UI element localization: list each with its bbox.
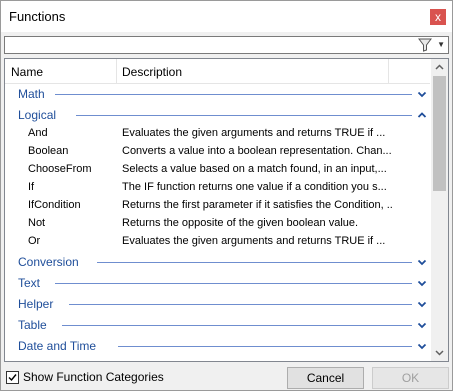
category-divider <box>55 94 412 95</box>
function-name: IfCondition <box>28 199 81 211</box>
function-description: The IF function returns one value if a c… <box>122 181 387 193</box>
show-categories-label[interactable]: Show Function Categories <box>23 370 164 384</box>
list-rows: Math Logical And Evaluates the given argume… <box>5 83 430 356</box>
function-row[interactable]: Or Evaluates the given arguments and retu… <box>5 233 430 251</box>
function-row[interactable]: Not Returns the opposite of the given boo… <box>5 215 430 233</box>
category-group-helper[interactable]: Helper <box>5 293 430 314</box>
vertical-scrollbar[interactable] <box>431 59 448 361</box>
list-header: Name Description <box>5 59 430 84</box>
category-label: Math <box>18 87 45 101</box>
scroll-up-button[interactable] <box>431 59 448 76</box>
function-name: And <box>28 127 48 139</box>
chevron-down-icon[interactable] <box>417 340 427 350</box>
category-label: Text <box>18 276 41 290</box>
category-label: Helper <box>18 297 54 311</box>
close-icon: x <box>435 10 441 24</box>
ok-button[interactable]: OK <box>372 367 449 389</box>
category-group-text[interactable]: Text <box>5 272 430 293</box>
chevron-down-icon[interactable] <box>417 88 427 98</box>
filter-icon[interactable] <box>418 37 432 53</box>
filter-dropdown-icon[interactable]: ▼ <box>437 38 445 52</box>
function-name: If <box>28 181 35 193</box>
function-name: Boolean <box>28 145 69 157</box>
chevron-down-icon[interactable] <box>417 277 427 287</box>
search-input[interactable]: ▼ <box>4 36 449 54</box>
category-group-table[interactable]: Table <box>5 314 430 335</box>
category-divider <box>69 304 412 305</box>
dialog-title: Functions <box>9 9 66 24</box>
category-divider <box>76 115 412 116</box>
checkmark-icon <box>8 374 17 382</box>
column-header-name[interactable]: Name <box>11 65 43 79</box>
function-list[interactable]: Name Description Math Logical And Evaluates… <box>4 58 449 362</box>
function-name: Or <box>28 235 41 247</box>
function-name: Not <box>28 217 46 229</box>
scroll-down-button[interactable] <box>431 344 448 361</box>
function-name: ChooseFrom <box>28 163 92 175</box>
column-divider[interactable] <box>388 59 389 83</box>
function-description: Converts a value into a boolean represen… <box>122 145 392 157</box>
column-header-description[interactable]: Description <box>122 65 182 79</box>
chevron-down-icon[interactable] <box>417 298 427 308</box>
cancel-button[interactable]: Cancel <box>287 367 364 389</box>
category-divider <box>62 325 412 326</box>
function-row[interactable]: And Evaluates the given arguments and ret… <box>5 125 430 143</box>
chevron-down-icon[interactable] <box>417 319 427 329</box>
category-group-math[interactable]: Math <box>5 83 430 104</box>
show-categories-checkbox[interactable] <box>6 371 19 384</box>
title-bar: Functions x <box>1 1 452 32</box>
category-label: Conversion <box>18 255 79 269</box>
close-button[interactable]: x <box>430 9 446 25</box>
category-divider <box>118 346 412 347</box>
category-divider <box>55 283 412 284</box>
chevron-up-icon[interactable] <box>417 109 427 119</box>
category-divider <box>97 262 412 263</box>
category-group-date-and-time[interactable]: Date and Time <box>5 335 430 356</box>
category-label: Table <box>18 318 47 332</box>
function-description: Evaluates the given arguments and return… <box>122 127 386 139</box>
category-group-conversion[interactable]: Conversion <box>5 251 430 272</box>
function-description: Returns the first parameter if it satisf… <box>122 199 392 211</box>
category-label: Date and Time <box>18 339 97 353</box>
function-row[interactable]: Boolean Converts a value into a boolean r… <box>5 143 430 161</box>
function-description: Returns the opposite of the given boolea… <box>122 217 359 229</box>
function-row[interactable]: ChooseFrom Selects a value based on a mat… <box>5 161 430 179</box>
function-description: Evaluates the given arguments and return… <box>122 235 386 247</box>
function-description: Selects a value based on a match found, … <box>122 163 387 175</box>
category-label: Logical <box>18 108 57 122</box>
column-divider[interactable] <box>116 59 117 83</box>
scrollbar-thumb[interactable] <box>433 76 446 191</box>
function-row[interactable]: If The IF function returns one value if a… <box>5 179 430 197</box>
functions-dialog: Functions x ▼ Name Description Math Logic… <box>0 0 453 391</box>
category-group-logical[interactable]: Logical <box>5 104 430 125</box>
function-row[interactable]: IfCondition Returns the first parameter i… <box>5 197 430 215</box>
chevron-down-icon[interactable] <box>417 256 427 266</box>
